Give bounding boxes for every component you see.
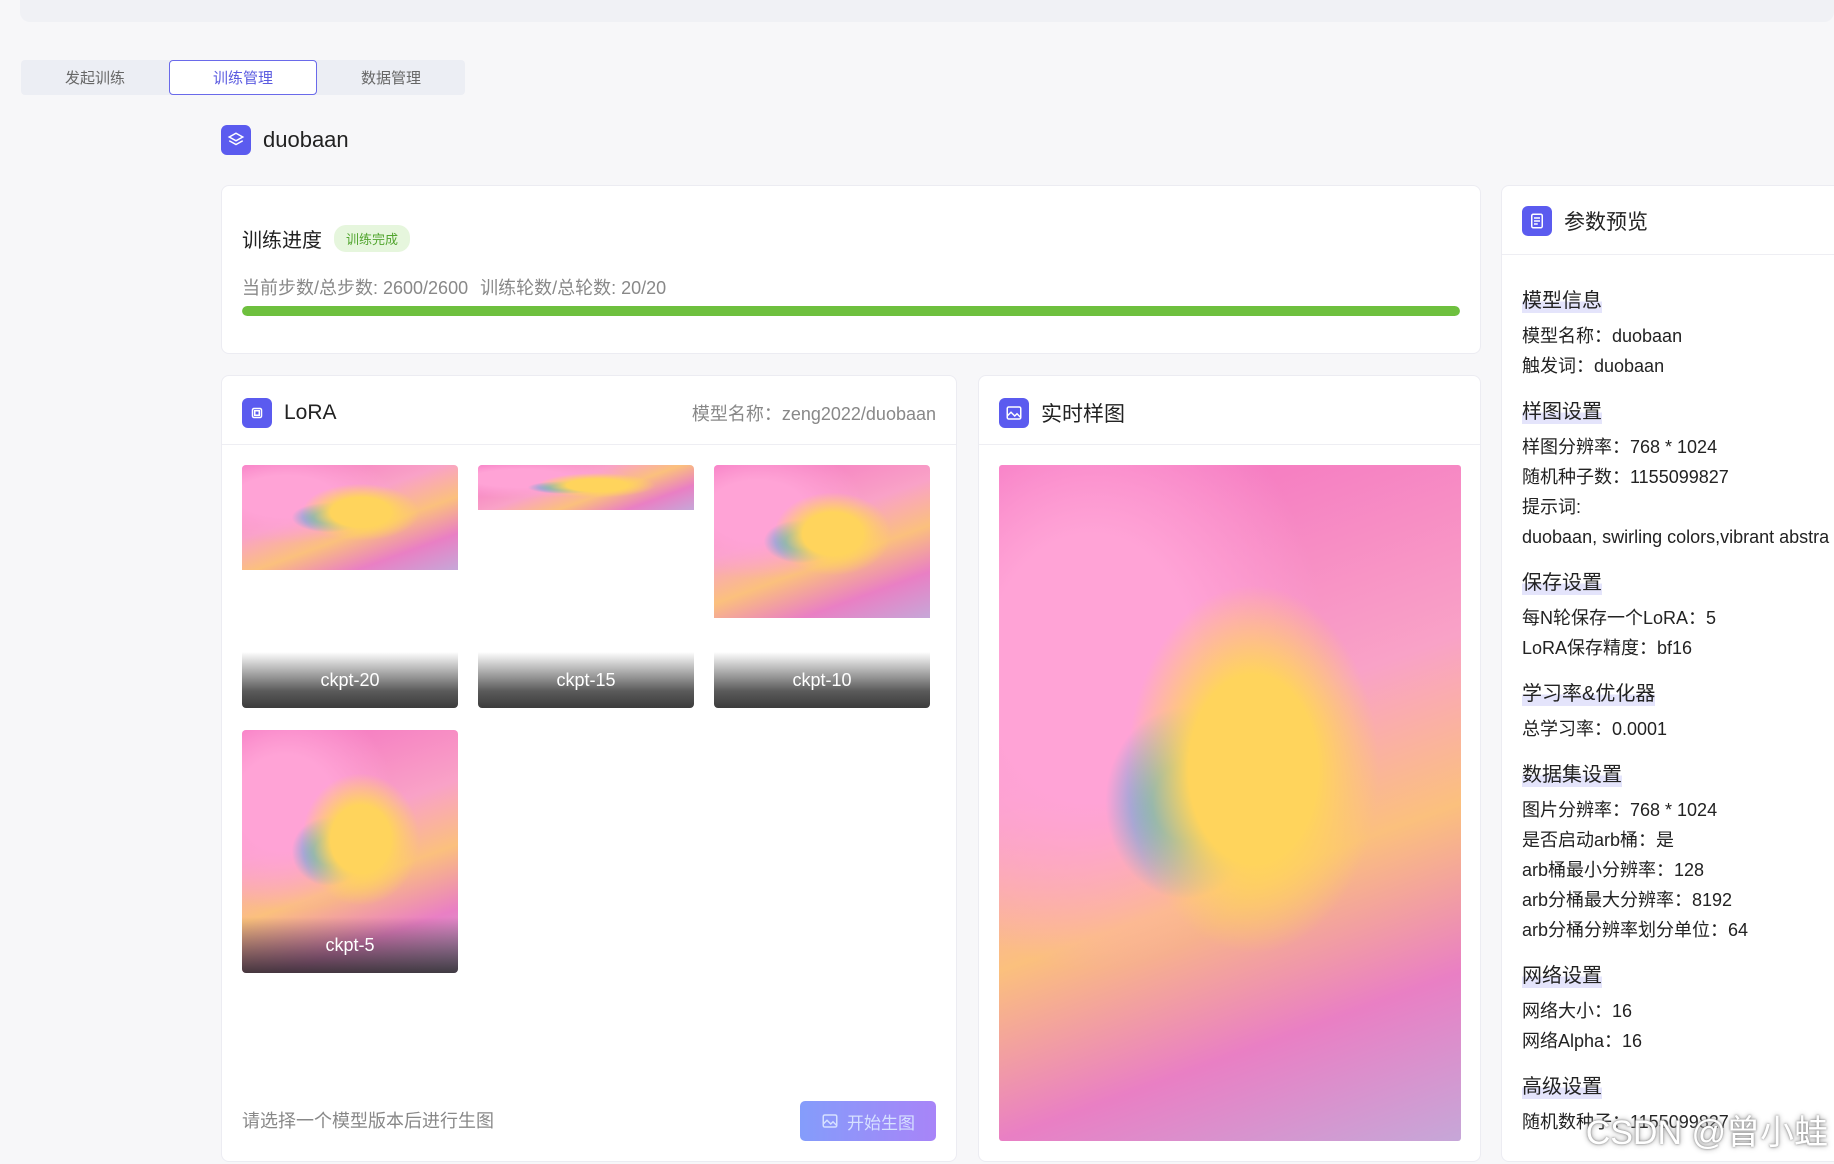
lora-title: LoRA (284, 401, 337, 424)
tab-training-management[interactable]: 训练管理 (169, 60, 317, 95)
checkpoint-thumbnail (242, 465, 458, 570)
divider (222, 444, 956, 445)
checkpoint-card[interactable]: ckpt-15 (478, 465, 694, 708)
checkpoint-thumbnail (478, 465, 694, 510)
params-section-title: 数据集设置 (1522, 758, 1622, 787)
status-badge: 训练完成 (334, 225, 411, 252)
progress-bar-fill (242, 306, 1460, 316)
model-name-label: 模型名称：zeng2022/duobaan (691, 404, 936, 424)
params-section: 样图设置样图分辨率：768 * 1024 随机种子数：1155099827 提示词:… (1522, 395, 1834, 552)
tab-start-training[interactable]: 发起训练 (21, 60, 169, 95)
tab-data-management[interactable]: 数据管理 (317, 60, 465, 95)
params-row: 模型名称：duobaan (1522, 326, 1683, 346)
checkpoint-label: ckpt-10 (714, 652, 930, 708)
params-row: 总学习率：0.0001 (1522, 719, 1668, 739)
params-section: 网络设置网络大小：16 网络Alpha：16 (1522, 959, 1834, 1056)
params-card: 参数预览 模型信息模型名称：duobaan 触发词：duobaan 样图设置样图分辨… (1501, 185, 1834, 1162)
checkpoint-thumbnail (714, 465, 930, 618)
params-row: 随机种子数：1155099827 (1522, 467, 1729, 487)
params-title: 参数预览 (1564, 211, 1648, 234)
params-section-title: 学习率&优化器 (1522, 677, 1656, 706)
picture-icon (999, 398, 1029, 428)
layers-icon (221, 125, 251, 155)
checkpoint-label: ckpt-5 (242, 917, 458, 973)
sample-title: 实时样图 (1041, 403, 1125, 426)
params-row: 网络大小：16 (1522, 1001, 1633, 1021)
params-row: 网络Alpha：16 (1522, 1031, 1643, 1051)
params-row: 每N轮保存一个LoRA：5 (1522, 608, 1717, 628)
params-row: LoRA保存精度：bf16 (1522, 638, 1693, 658)
params-row: arb桶最小分辨率：128 (1522, 860, 1705, 880)
progress-title: 训练进度 (242, 230, 322, 252)
checkpoint-card[interactable]: ckpt-5 (242, 730, 458, 973)
project-header: duobaan (221, 125, 349, 155)
select-hint: 请选择一个模型版本后进行生图 (242, 1111, 494, 1131)
project-name: duobaan (263, 127, 349, 152)
params-row: 提示词: (1522, 497, 1582, 517)
checkpoint-card[interactable]: ckpt-10 (714, 465, 930, 708)
generate-button-label: 开始生图 (847, 1113, 915, 1133)
params-row: duobaan, swirling colors,vibrant abstra (1522, 527, 1830, 547)
training-progress-card: 训练进度 训练完成 当前步数/总步数: 2600/2600 训练轮数/总轮数: … (221, 185, 1481, 354)
checkpoint-label: ckpt-15 (478, 652, 694, 708)
chip-icon (242, 398, 272, 428)
params-row: arb分桶最大分辨率：8192 (1522, 890, 1733, 910)
generate-button[interactable]: 开始生图 (800, 1101, 936, 1141)
sample-image (999, 465, 1461, 1141)
tab-bar: 发起训练 训练管理 数据管理 (21, 60, 465, 95)
params-row: 图片分辨率：768 * 1024 (1522, 800, 1718, 820)
watermark: CSDN @曾小蛙 (1585, 1114, 1828, 1152)
params-section: 数据集设置图片分辨率：768 * 1024 是否启动arb桶：是 arb桶最小分辨率… (1522, 758, 1834, 945)
document-icon (1522, 206, 1552, 236)
lora-card: LoRA 模型名称：zeng2022/duobaan ckpt-20 ckpt-… (221, 375, 957, 1162)
params-section: 学习率&优化器总学习率：0.0001 (1522, 677, 1834, 744)
params-section-title: 模型信息 (1522, 284, 1602, 313)
params-list: 模型信息模型名称：duobaan 触发词：duobaan 样图设置样图分辨率：768… (1522, 284, 1834, 1151)
params-section-title: 样图设置 (1522, 395, 1602, 424)
params-row: 是否启动arb桶：是 (1522, 830, 1675, 850)
divider (979, 444, 1480, 445)
top-bar (20, 0, 1834, 22)
params-section-title: 高级设置 (1522, 1070, 1602, 1099)
params-row: arb分桶分辨率划分单位：64 (1522, 920, 1749, 940)
params-row: 触发词：duobaan (1522, 356, 1665, 376)
params-row: 样图分辨率：768 * 1024 (1522, 437, 1718, 457)
image-icon (822, 1114, 838, 1128)
progress-bar (242, 306, 1460, 316)
epochs-text: 训练轮数/总轮数: 20/20 (480, 278, 667, 298)
params-section-title: 网络设置 (1522, 959, 1602, 988)
checkpoint-card[interactable]: ckpt-20 (242, 465, 458, 708)
params-section: 保存设置每N轮保存一个LoRA：5 LoRA保存精度：bf16 (1522, 566, 1834, 663)
steps-text: 当前步数/总步数: 2600/2600 (242, 278, 469, 298)
params-section: 模型信息模型名称：duobaan 触发词：duobaan (1522, 284, 1834, 381)
params-section-title: 保存设置 (1522, 566, 1602, 595)
checkpoint-label: ckpt-20 (242, 652, 458, 708)
divider (1502, 254, 1834, 255)
sample-card: 实时样图 (978, 375, 1481, 1162)
